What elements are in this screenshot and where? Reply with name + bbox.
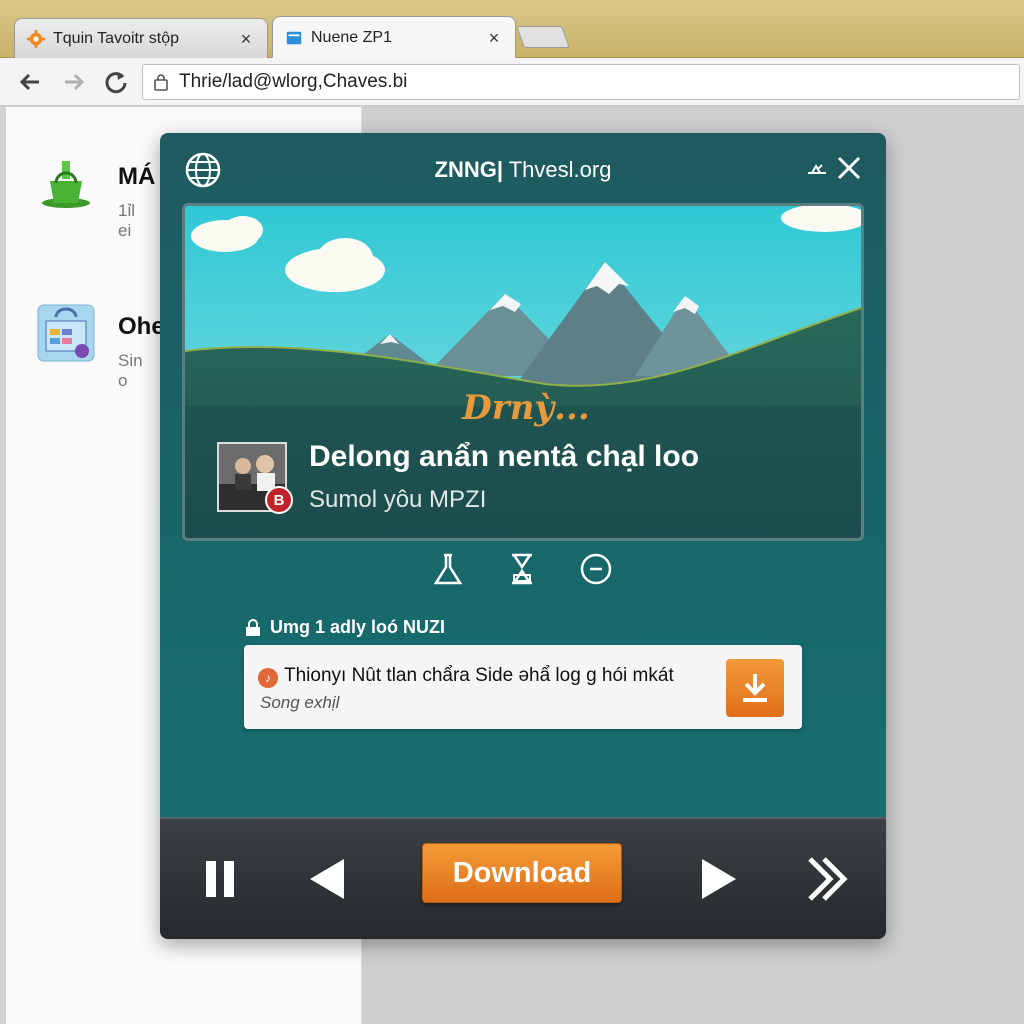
- hero-artwork: Drnỳ... B Delong anẩn nentâ chạl loo Sum…: [182, 203, 864, 541]
- pause-icon[interactable]: [196, 855, 244, 903]
- tab-title: Tquin Tavoitr stộp: [53, 29, 179, 47]
- hero-text: Drnỳ...: [462, 388, 590, 428]
- player-site: Thvesl.org: [503, 157, 612, 182]
- browser-toolbar: Thrie/lad@wlorg,Chaves.bi: [0, 58, 1024, 106]
- file-download-button[interactable]: [726, 659, 784, 717]
- browser-window: Tquin Tavoitr stộp × Nuene ZP1 × Thrie/l…: [0, 0, 1024, 1024]
- tab-strip: Tquin Tavoitr stộp × Nuene ZP1 ×: [0, 0, 1024, 58]
- green-bag-icon: [42, 161, 90, 208]
- player-header: ZNNG| Thvesl.org: [160, 133, 886, 205]
- timer-icon[interactable]: [576, 549, 616, 589]
- section-label: Umg 1 adly loó NUZI: [244, 617, 445, 638]
- previous-icon[interactable]: [304, 855, 352, 903]
- tab-title: Nuene ZP1: [311, 28, 392, 46]
- tab-active[interactable]: Nuene ZP1 ×: [272, 16, 516, 58]
- file-type-icon: ♪: [258, 668, 278, 688]
- item-subtitle: Sin o: [118, 351, 143, 390]
- lock-icon: [154, 74, 168, 91]
- source-badge: B: [265, 486, 293, 514]
- new-tab-button[interactable]: [515, 26, 571, 48]
- song-subtitle: Sumol yôu MPZI: [309, 486, 487, 513]
- download-arrow-icon: [743, 674, 767, 702]
- playback-controls: Download: [160, 817, 886, 939]
- file-name: Thionyı Nût tlan chẩra Side ǝhẩ log g hó…: [284, 665, 674, 686]
- minimize-icon[interactable]: [806, 161, 828, 177]
- flask-icon[interactable]: [428, 549, 468, 589]
- gear-orange-icon: [27, 29, 45, 48]
- close-icon[interactable]: [836, 155, 862, 181]
- arrow-right-icon: [65, 73, 85, 91]
- forward-button[interactable]: [58, 66, 90, 98]
- arrow-left-icon: [19, 73, 39, 91]
- file-card[interactable]: ♪ Thionyı Nût tlan chẩra Side ǝhẩ log g …: [244, 645, 802, 729]
- item-title: Ohe: [118, 313, 165, 340]
- url-text: Thrie/lad@wlorg,Chaves.bi: [179, 71, 408, 92]
- player-title: ZNNG| Thvesl.org: [160, 157, 886, 183]
- back-button[interactable]: [14, 66, 46, 98]
- section-label-text: Umg 1 adly loó NUZI: [270, 617, 446, 637]
- hourglass-icon[interactable]: [502, 549, 542, 589]
- tab-inactive[interactable]: Tquin Tavoitr stộp ×: [14, 18, 268, 58]
- reload-button[interactable]: [100, 66, 132, 98]
- address-bar[interactable]: Thrie/lad@wlorg,Chaves.bi: [142, 64, 1020, 100]
- item-title: MÁ: [118, 163, 156, 190]
- tab-close-icon[interactable]: ×: [485, 29, 503, 47]
- file-subtitle: Song exhịl: [260, 693, 340, 712]
- player-brand: ZNNG|: [434, 157, 504, 182]
- download-button[interactable]: Download: [422, 843, 622, 903]
- skip-forward-icon[interactable]: [804, 855, 852, 903]
- song-title: Delong anẩn nentâ chạl loo: [309, 440, 700, 473]
- reload-icon: [105, 72, 127, 94]
- page-blue-icon: [286, 31, 302, 44]
- shopping-bag-icon: [37, 304, 95, 362]
- item-subtitle: 1ỉl ei: [118, 201, 136, 240]
- tab-close-icon[interactable]: ×: [237, 30, 255, 48]
- next-icon[interactable]: [694, 855, 742, 903]
- lock-icon: [246, 618, 260, 636]
- player-modal: ZNNG| Thvesl.org Drnỳ... B Delong anẩn n…: [160, 133, 886, 939]
